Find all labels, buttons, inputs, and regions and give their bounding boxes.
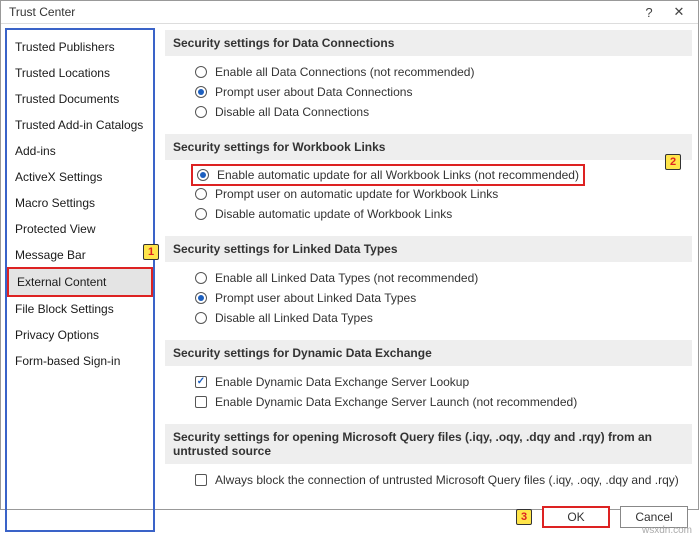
group-header-data-connections: Security settings for Data Connections — [165, 30, 692, 56]
sidebar-item-addins[interactable]: Add-ins — [7, 138, 153, 164]
help-button[interactable]: ? — [634, 1, 664, 23]
checkbox-icon: ✓ — [195, 376, 207, 388]
radio-icon — [195, 86, 207, 98]
sidebar-item-privacy-options[interactable]: Privacy Options — [7, 322, 153, 348]
checkbox-dde-lookup[interactable]: ✓ Enable Dynamic Data Exchange Server Lo… — [195, 372, 688, 392]
radio-disable-workbook-links[interactable]: Disable automatic update of Workbook Lin… — [195, 204, 688, 224]
radio-icon — [195, 66, 207, 78]
sidebar: Trusted Publishers Trusted Locations Tru… — [5, 28, 155, 532]
titlebar: Trust Center ? ✕ — [1, 1, 698, 24]
radio-prompt-data-connections[interactable]: Prompt user about Data Connections — [195, 82, 688, 102]
window-title: Trust Center — [9, 5, 634, 19]
group-header-dde: Security settings for Dynamic Data Excha… — [165, 340, 692, 366]
checkbox-icon — [195, 474, 207, 486]
radio-disable-linked-data-types[interactable]: Disable all Linked Data Types — [195, 308, 688, 328]
main-panel: Security settings for Data Connections E… — [159, 24, 698, 536]
radio-icon — [195, 106, 207, 118]
radio-disable-data-connections[interactable]: Disable all Data Connections — [195, 102, 688, 122]
group-header-query-files: Security settings for opening Microsoft … — [165, 424, 692, 464]
radio-icon — [195, 208, 207, 220]
radio-enable-auto-workbook-links[interactable]: Enable automatic update for all Workbook… — [191, 164, 585, 186]
close-button[interactable]: ✕ — [664, 1, 694, 23]
sidebar-item-trusted-publishers[interactable]: Trusted Publishers — [7, 34, 153, 60]
group-workbook-links: Enable automatic update for all Workbook… — [165, 160, 692, 230]
radio-prompt-linked-data-types[interactable]: Prompt user about Linked Data Types — [195, 288, 688, 308]
sidebar-item-trusted-documents[interactable]: Trusted Documents — [7, 86, 153, 112]
sidebar-item-protected-view[interactable]: Protected View — [7, 216, 153, 242]
annotation-3: 3 — [516, 509, 532, 525]
checkbox-dde-launch[interactable]: Enable Dynamic Data Exchange Server Laun… — [195, 392, 688, 412]
radio-icon — [197, 169, 209, 181]
sidebar-item-external-content[interactable]: External Content — [7, 267, 153, 297]
sidebar-item-activex-settings[interactable]: ActiveX Settings — [7, 164, 153, 190]
sidebar-item-file-block-settings[interactable]: File Block Settings — [7, 296, 153, 322]
group-linked-data-types: Enable all Linked Data Types (not recomm… — [165, 262, 692, 334]
annotation-2: 2 — [665, 154, 681, 170]
group-query-files: Always block the connection of untrusted… — [165, 464, 692, 496]
checkbox-icon — [195, 396, 207, 408]
radio-icon — [195, 272, 207, 284]
group-data-connections: Enable all Data Connections (not recomme… — [165, 56, 692, 128]
sidebar-item-trusted-addin-catalogs[interactable]: Trusted Add-in Catalogs — [7, 112, 153, 138]
watermark: wsxdn.com — [642, 525, 692, 536]
radio-icon — [195, 188, 207, 200]
checkbox-block-query-files[interactable]: Always block the connection of untrusted… — [195, 470, 688, 490]
radio-prompt-workbook-links[interactable]: Prompt user on automatic update for Work… — [195, 184, 688, 204]
sidebar-item-message-bar[interactable]: Message Bar 1 — [7, 242, 153, 268]
trust-center-dialog: Trust Center ? ✕ Trusted Publishers Trus… — [0, 0, 699, 510]
radio-icon — [195, 312, 207, 324]
group-dde: ✓ Enable Dynamic Data Exchange Server Lo… — [165, 366, 692, 418]
sidebar-item-form-based-signin[interactable]: Form-based Sign-in — [7, 348, 153, 374]
annotation-1: 1 — [143, 244, 159, 260]
sidebar-item-macro-settings[interactable]: Macro Settings — [7, 190, 153, 216]
radio-icon — [195, 292, 207, 304]
radio-enable-linked-data-types[interactable]: Enable all Linked Data Types (not recomm… — [195, 268, 688, 288]
ok-button[interactable]: OK — [542, 506, 610, 528]
sidebar-item-trusted-locations[interactable]: Trusted Locations — [7, 60, 153, 86]
group-header-workbook-links: Security settings for Workbook Links — [165, 134, 692, 160]
group-header-linked-data-types: Security settings for Linked Data Types — [165, 236, 692, 262]
dialog-body: Trusted Publishers Trusted Locations Tru… — [1, 24, 698, 536]
radio-enable-all-data-connections[interactable]: Enable all Data Connections (not recomme… — [195, 62, 688, 82]
